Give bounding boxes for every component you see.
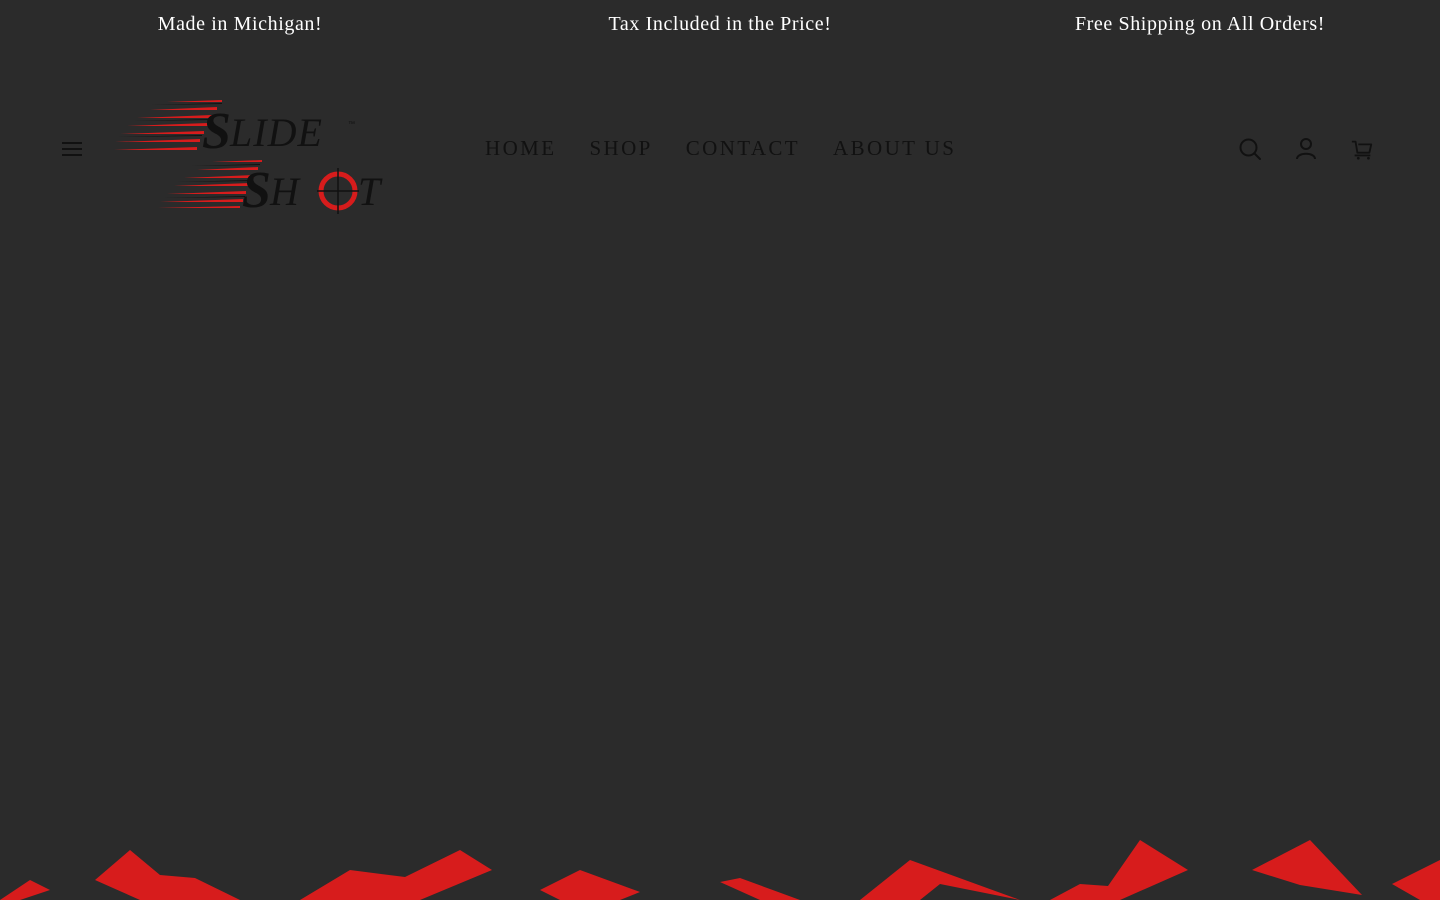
svg-text:H: H xyxy=(269,169,301,214)
header-icons xyxy=(1238,132,1374,166)
nav-shop[interactable]: SHOP xyxy=(589,132,652,164)
account-icon xyxy=(1296,138,1316,160)
hero-section xyxy=(0,220,1440,820)
svg-text:S: S xyxy=(202,103,230,160)
nav-about-us[interactable]: ABOUT US xyxy=(833,132,956,164)
slide-shot-logo: S LIDE ™ S H T xyxy=(114,100,383,219)
svg-text:™: ™ xyxy=(348,121,355,128)
site-header: S LIDE ™ S H T HOME SHOP CONTACT ABOUT U… xyxy=(0,80,1440,220)
search-icon xyxy=(1239,138,1261,160)
announcement-made-in-michigan: Made in Michigan! xyxy=(157,13,323,35)
svg-text:T: T xyxy=(358,169,383,214)
page: Made in Michigan! Tax Included in the Pr… xyxy=(0,0,1440,900)
search-button[interactable] xyxy=(1238,132,1262,166)
account-button[interactable] xyxy=(1294,132,1318,166)
announcement-free-shipping: Free Shipping on All Orders! xyxy=(1074,13,1326,35)
svg-text:S: S xyxy=(242,162,271,215)
site-logo[interactable]: S LIDE ™ S H T xyxy=(112,90,402,219)
announcement-bar: Made in Michigan! Tax Included in the Pr… xyxy=(0,0,1440,48)
announcement-tax-included: Tax Included in the Price! xyxy=(608,13,832,35)
nav-contact[interactable]: CONTACT xyxy=(686,132,800,164)
main-nav: HOME SHOP CONTACT ABOUT US xyxy=(485,132,956,164)
svg-text:LIDE: LIDE xyxy=(229,110,323,155)
cart-button[interactable] xyxy=(1350,132,1374,166)
cart-icon xyxy=(1351,140,1373,160)
nav-home[interactable]: HOME xyxy=(485,132,556,164)
red-shard-divider xyxy=(0,840,1440,900)
menu-icon xyxy=(62,142,82,156)
menu-button[interactable] xyxy=(58,135,86,163)
